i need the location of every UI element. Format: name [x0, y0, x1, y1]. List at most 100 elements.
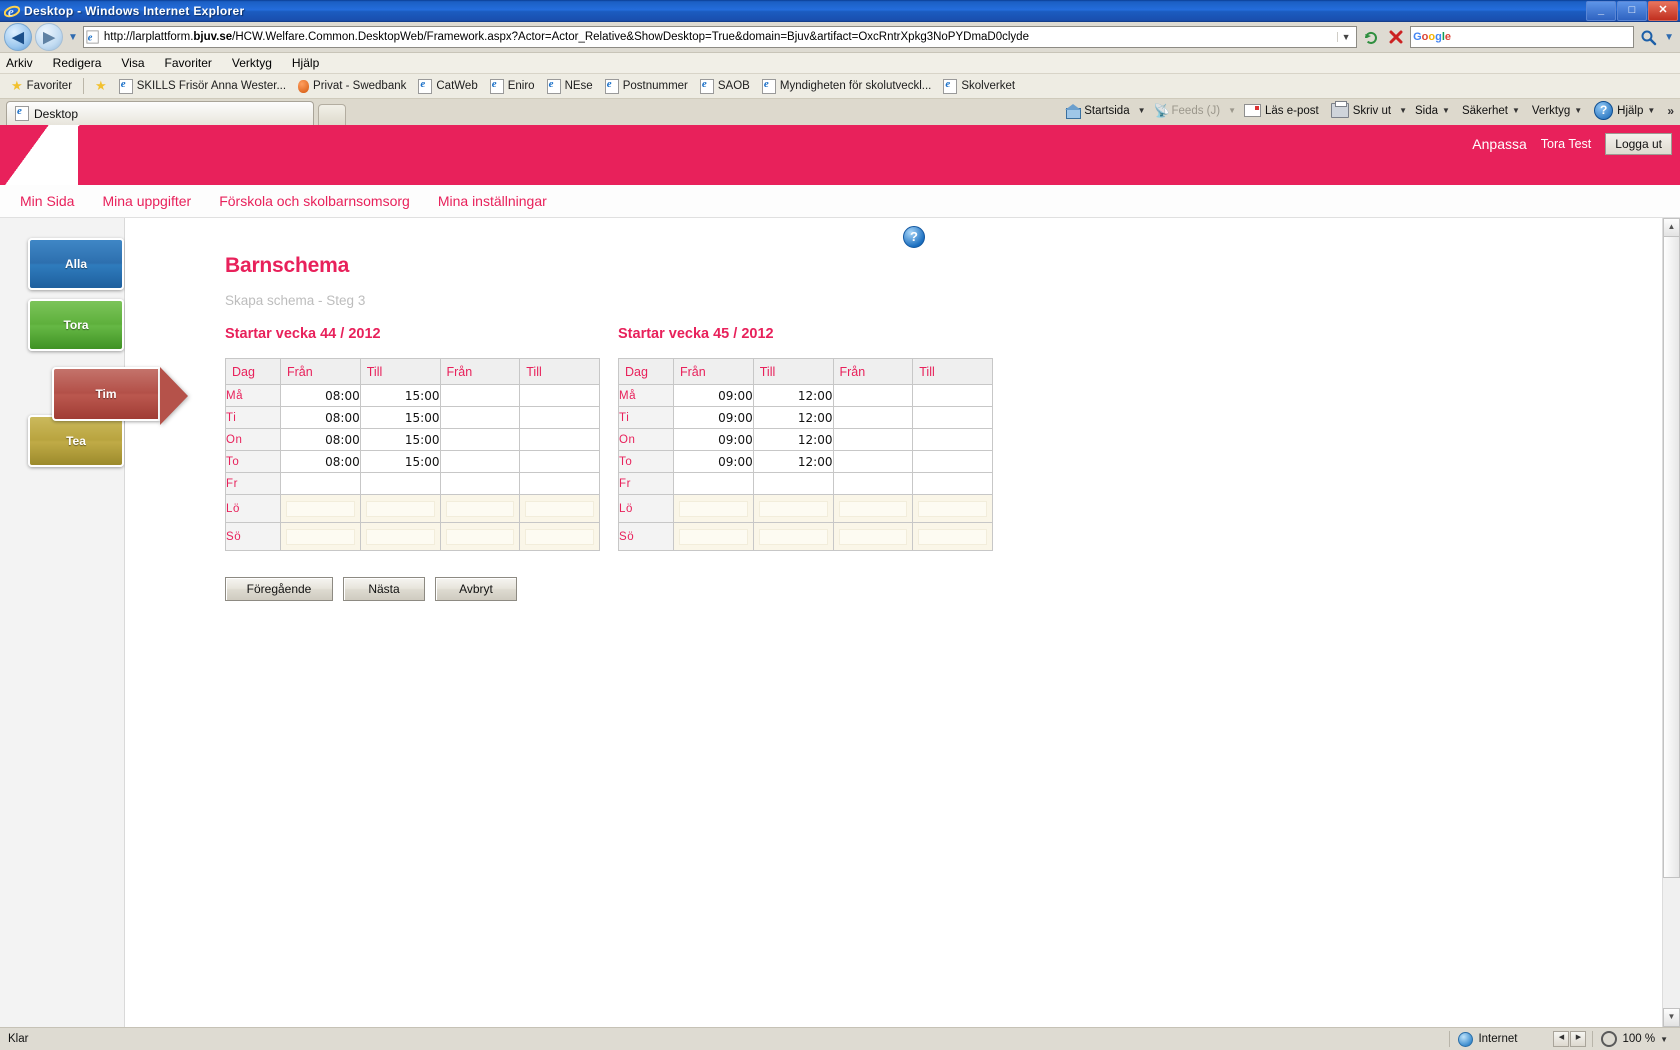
- back-button[interactable]: ◀: [4, 23, 32, 51]
- tab-desktop[interactable]: Desktop: [6, 101, 314, 125]
- favorite-eniro[interactable]: Eniro: [485, 77, 540, 96]
- cell-from-1[interactable]: 08:00: [280, 406, 361, 429]
- zoom-stepper[interactable]: ◀ ▶: [1553, 1031, 1587, 1047]
- feeds-dropdown-icon[interactable]: ▼: [1228, 106, 1236, 115]
- zoom-increase-icon[interactable]: ▶: [1570, 1031, 1587, 1047]
- cell-to-2[interactable]: [912, 428, 993, 451]
- cell-to-1[interactable]: 15:00: [360, 450, 441, 473]
- pupil-tab-tim-selected[interactable]: Tim: [52, 367, 160, 421]
- logout-button[interactable]: Logga ut: [1605, 133, 1672, 155]
- cell-to-1[interactable]: 12:00: [753, 450, 834, 473]
- cell-to-1[interactable]: 12:00: [753, 428, 834, 451]
- cell-to-2[interactable]: [912, 472, 993, 495]
- cell-from-2[interactable]: [440, 384, 521, 407]
- search-go-icon[interactable]: [1637, 26, 1659, 48]
- favorites-button[interactable]: ★ Favoriter: [6, 76, 77, 96]
- favorite-catweb[interactable]: CatWeb: [413, 77, 482, 96]
- previous-button[interactable]: Föregående: [225, 577, 333, 601]
- zoom-control[interactable]: 100 % ▼: [1592, 1031, 1676, 1047]
- favorite-myndigheten[interactable]: Myndigheten för skolutveckl...: [757, 77, 937, 96]
- nav-item-mina-installningar[interactable]: Mina inställningar: [438, 193, 547, 209]
- cell-from-1[interactable]: 08:00: [280, 428, 361, 451]
- cell-from-2[interactable]: [833, 406, 914, 429]
- favorite-postnummer[interactable]: Postnummer: [600, 77, 693, 96]
- pupil-tab-tora[interactable]: Tora: [28, 299, 124, 351]
- security-zone[interactable]: Internet: [1449, 1031, 1525, 1047]
- tieto-logo[interactable]: tieto: [0, 125, 92, 185]
- url-dropdown-icon[interactable]: ▼: [1337, 32, 1354, 42]
- zoom-decrease-icon[interactable]: ◀: [1553, 1031, 1570, 1047]
- refresh-button[interactable]: [1360, 26, 1382, 48]
- cell-from-1[interactable]: 09:00: [673, 384, 754, 407]
- cell-from-2[interactable]: [440, 406, 521, 429]
- menu-item-redigera[interactable]: Redigera: [53, 56, 102, 70]
- forward-button[interactable]: ▶: [35, 23, 63, 51]
- cell-to-2[interactable]: [519, 472, 600, 495]
- nav-item-min-sida[interactable]: Min Sida: [20, 193, 74, 209]
- cell-from-1[interactable]: 08:00: [280, 384, 361, 407]
- cell-from-2[interactable]: [440, 450, 521, 473]
- menu-item-hjalp[interactable]: Hjälp: [292, 56, 319, 70]
- help-icon[interactable]: ?: [903, 226, 925, 248]
- favorite-skolverket[interactable]: Skolverket: [938, 77, 1020, 96]
- home-button[interactable]: Startsida: [1061, 102, 1133, 119]
- read-mail-button[interactable]: Läs e-post: [1240, 102, 1323, 119]
- command-bar-overflow-icon[interactable]: »: [1663, 104, 1674, 118]
- menu-item-verktyg[interactable]: Verktyg: [232, 56, 272, 70]
- pupil-tab-alla[interactable]: Alla: [28, 238, 124, 290]
- cell-to-1[interactable]: 15:00: [360, 428, 441, 451]
- cell-from-2[interactable]: [440, 472, 521, 495]
- cell-to-2[interactable]: [519, 428, 600, 451]
- cell-from-2[interactable]: [833, 472, 914, 495]
- menu-item-favoriter[interactable]: Favoriter: [165, 56, 212, 70]
- print-dropdown-icon[interactable]: ▼: [1399, 106, 1407, 115]
- maximize-button[interactable]: □: [1617, 1, 1647, 21]
- cell-from-2[interactable]: [833, 384, 914, 407]
- print-button[interactable]: Skriv ut: [1327, 101, 1395, 120]
- cell-from-1[interactable]: 09:00: [673, 406, 754, 429]
- cell-to-1[interactable]: [360, 472, 441, 495]
- cell-to-1[interactable]: 15:00: [360, 384, 441, 407]
- menu-item-arkiv[interactable]: Arkiv: [6, 56, 33, 70]
- cell-from-1[interactable]: 08:00: [280, 450, 361, 473]
- cell-to-2[interactable]: [912, 384, 993, 407]
- safety-menu-button[interactable]: Säkerhet ▼: [1458, 103, 1524, 119]
- cell-to-2[interactable]: [519, 384, 600, 407]
- cell-to-1[interactable]: [753, 472, 834, 495]
- cell-from-1[interactable]: [673, 472, 754, 495]
- page-scrollbar[interactable]: ▲ ▼: [1662, 218, 1680, 1027]
- cell-from-2[interactable]: [440, 428, 521, 451]
- new-tab-button[interactable]: [318, 104, 346, 125]
- cancel-button[interactable]: Avbryt: [435, 577, 517, 601]
- add-to-favorites-bar-button[interactable]: ★: [90, 76, 112, 96]
- scroll-down-button[interactable]: ▼: [1663, 1008, 1680, 1027]
- cell-from-2[interactable]: [833, 450, 914, 473]
- cell-to-2[interactable]: [519, 450, 600, 473]
- cell-from-1[interactable]: 09:00: [673, 428, 754, 451]
- cell-to-1[interactable]: 12:00: [753, 406, 834, 429]
- history-dropdown-icon[interactable]: ▼: [68, 32, 78, 43]
- cell-from-2[interactable]: [833, 428, 914, 451]
- favorite-swedbank[interactable]: Privat - Swedbank: [293, 78, 411, 95]
- nav-item-forskola-och-skolbarnsomsorg[interactable]: Förskola och skolbarnsomsorg: [219, 193, 410, 209]
- tools-menu-button[interactable]: Verktyg ▼: [1528, 103, 1586, 119]
- help-menu-button[interactable]: ? Hjälp ▼: [1590, 99, 1659, 122]
- cell-to-2[interactable]: [519, 406, 600, 429]
- favorite-nese[interactable]: NEse: [542, 77, 598, 96]
- cell-from-1[interactable]: 09:00: [673, 450, 754, 473]
- scrollbar-thumb[interactable]: [1663, 236, 1680, 878]
- favorite-skills[interactable]: SKILLS Frisör Anna Wester...: [114, 77, 291, 96]
- cell-from-1[interactable]: [280, 472, 361, 495]
- menu-item-visa[interactable]: Visa: [121, 56, 144, 70]
- scroll-up-button[interactable]: ▲: [1663, 218, 1680, 237]
- cell-to-1[interactable]: 15:00: [360, 406, 441, 429]
- close-button[interactable]: ✕: [1648, 1, 1678, 21]
- pupil-tab-tea[interactable]: Tea: [28, 415, 124, 467]
- cell-to-2[interactable]: [912, 406, 993, 429]
- favorite-saob[interactable]: SAOB: [695, 77, 755, 96]
- stop-button[interactable]: [1385, 26, 1407, 48]
- nav-item-mina-uppgifter[interactable]: Mina uppgifter: [102, 193, 191, 209]
- home-dropdown-icon[interactable]: ▼: [1138, 106, 1146, 115]
- customize-link[interactable]: Anpassa: [1472, 136, 1526, 152]
- next-button[interactable]: Nästa: [343, 577, 425, 601]
